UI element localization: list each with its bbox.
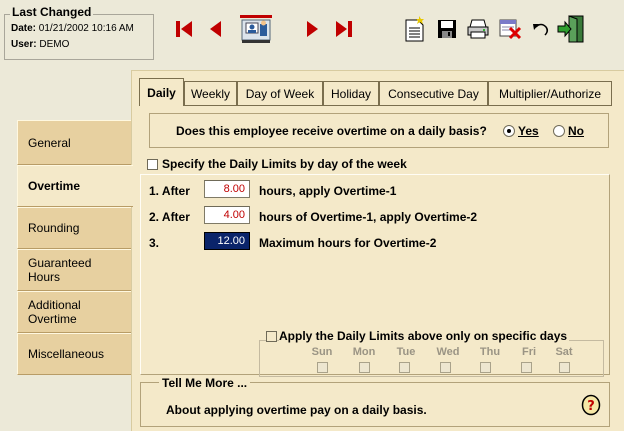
day-checkbox-fri[interactable] bbox=[521, 362, 532, 373]
day-checkbox-mon[interactable] bbox=[359, 362, 370, 373]
day-label-sun: Sun bbox=[311, 346, 333, 358]
day-checkbox-sat[interactable] bbox=[559, 362, 570, 373]
tab-multiplier-authorize[interactable]: Multiplier/Authorize bbox=[488, 81, 612, 105]
specific-days-label: Apply the Daily Limits above only on spe… bbox=[279, 329, 570, 343]
day-label-fri: Fri bbox=[521, 346, 537, 358]
last-changed-user: User: DEMO bbox=[11, 39, 70, 50]
employee-lookup-icon bbox=[240, 15, 272, 43]
tab-daily[interactable]: Daily bbox=[139, 78, 184, 106]
yes-radio[interactable] bbox=[503, 125, 515, 137]
next-record-button[interactable] bbox=[296, 12, 328, 46]
yes-label: Yes bbox=[518, 124, 539, 138]
delete-record-icon bbox=[499, 19, 522, 40]
last-changed-title: Last Changed bbox=[10, 5, 94, 19]
undo-icon bbox=[533, 23, 549, 36]
max-overtime-2-hours-input[interactable]: 12.00 bbox=[204, 232, 250, 250]
exit-button[interactable] bbox=[555, 12, 587, 46]
specify-daily-limits-checkbox[interactable] bbox=[147, 159, 158, 170]
nav-item-rounding[interactable]: Rounding bbox=[17, 207, 131, 249]
limit-2-label: 2. After bbox=[149, 210, 190, 224]
limit-2-text: hours of Overtime-1, apply Overtime-2 bbox=[259, 210, 478, 224]
specify-daily-limits-label: Specify the Daily Limits by day of the w… bbox=[162, 157, 407, 171]
nav-item-guaranteed-hours[interactable]: Guaranteed Hours bbox=[17, 249, 131, 291]
day-checkbox-tue[interactable] bbox=[399, 362, 410, 373]
overtime-2-after-hours-input[interactable]: 4.00 bbox=[204, 206, 250, 224]
new-document-icon bbox=[405, 16, 424, 42]
tab-consecutive-day[interactable]: Consecutive Day bbox=[379, 81, 488, 105]
save-disk-icon bbox=[438, 20, 456, 38]
save-button[interactable] bbox=[431, 12, 463, 46]
last-changed-group: Date: 01/21/2002 10:16 AM User: DEMO bbox=[4, 14, 154, 60]
limit-1-label: 1. After bbox=[149, 184, 190, 198]
day-label-sat: Sat bbox=[555, 346, 573, 358]
day-label-tue: Tue bbox=[396, 346, 416, 358]
printer-icon bbox=[467, 19, 489, 39]
tab-holiday[interactable]: Holiday bbox=[323, 81, 379, 105]
specific-days-checkbox[interactable] bbox=[266, 331, 277, 342]
day-label-mon: Mon bbox=[352, 346, 376, 358]
day-checkbox-wed[interactable] bbox=[440, 362, 451, 373]
limit-1-text: hours, apply Overtime-1 bbox=[259, 184, 397, 198]
first-record-icon bbox=[176, 21, 192, 37]
tab-day-of-week[interactable]: Day of Week bbox=[237, 81, 323, 105]
overtime-1-after-hours-input[interactable]: 8.00 bbox=[204, 180, 250, 198]
limit-3-text: Maximum hours for Overtime-2 bbox=[259, 236, 437, 250]
employee-lookup-button[interactable] bbox=[236, 12, 276, 46]
daily-overtime-question-box: Does this employee receive overtime on a… bbox=[149, 113, 609, 148]
daily-overtime-question: Does this employee receive overtime on a… bbox=[176, 124, 487, 138]
print-button[interactable] bbox=[462, 12, 494, 46]
no-label: No bbox=[568, 124, 584, 138]
nav-item-additional-overtime[interactable]: Additional Overtime bbox=[17, 291, 131, 333]
tab-divider bbox=[141, 105, 612, 106]
help-question-icon[interactable]: ? bbox=[581, 394, 601, 419]
undo-button[interactable] bbox=[525, 12, 557, 46]
day-checkbox-thu[interactable] bbox=[480, 362, 491, 373]
new-record-button[interactable] bbox=[398, 12, 430, 46]
first-record-button[interactable] bbox=[168, 12, 200, 46]
nav-item-overtime[interactable]: Overtime bbox=[17, 165, 133, 207]
day-checkbox-sun[interactable] bbox=[317, 362, 328, 373]
nav-item-general[interactable]: General bbox=[17, 120, 131, 165]
no-radio[interactable] bbox=[553, 125, 565, 137]
previous-record-button[interactable] bbox=[200, 12, 232, 46]
tab-weekly[interactable]: Weekly bbox=[184, 81, 237, 105]
next-record-icon bbox=[307, 21, 318, 37]
day-label-wed: Wed bbox=[436, 346, 460, 358]
day-label-thu: Thu bbox=[479, 346, 501, 358]
limit-3-label: 3. bbox=[149, 236, 160, 250]
tell-me-more-text: About applying overtime pay on a daily b… bbox=[166, 403, 427, 417]
delete-button[interactable] bbox=[494, 12, 526, 46]
previous-record-icon bbox=[210, 21, 221, 37]
svg-text:?: ? bbox=[587, 399, 595, 414]
last-changed-date: Date: 01/21/2002 10:16 AM bbox=[11, 23, 134, 34]
last-record-icon bbox=[336, 21, 352, 37]
nav-item-miscellaneous[interactable]: Miscellaneous bbox=[17, 333, 131, 375]
last-record-button[interactable] bbox=[328, 12, 360, 46]
tell-me-more-title: Tell Me More ... bbox=[159, 376, 251, 390]
exit-door-icon bbox=[557, 15, 584, 43]
